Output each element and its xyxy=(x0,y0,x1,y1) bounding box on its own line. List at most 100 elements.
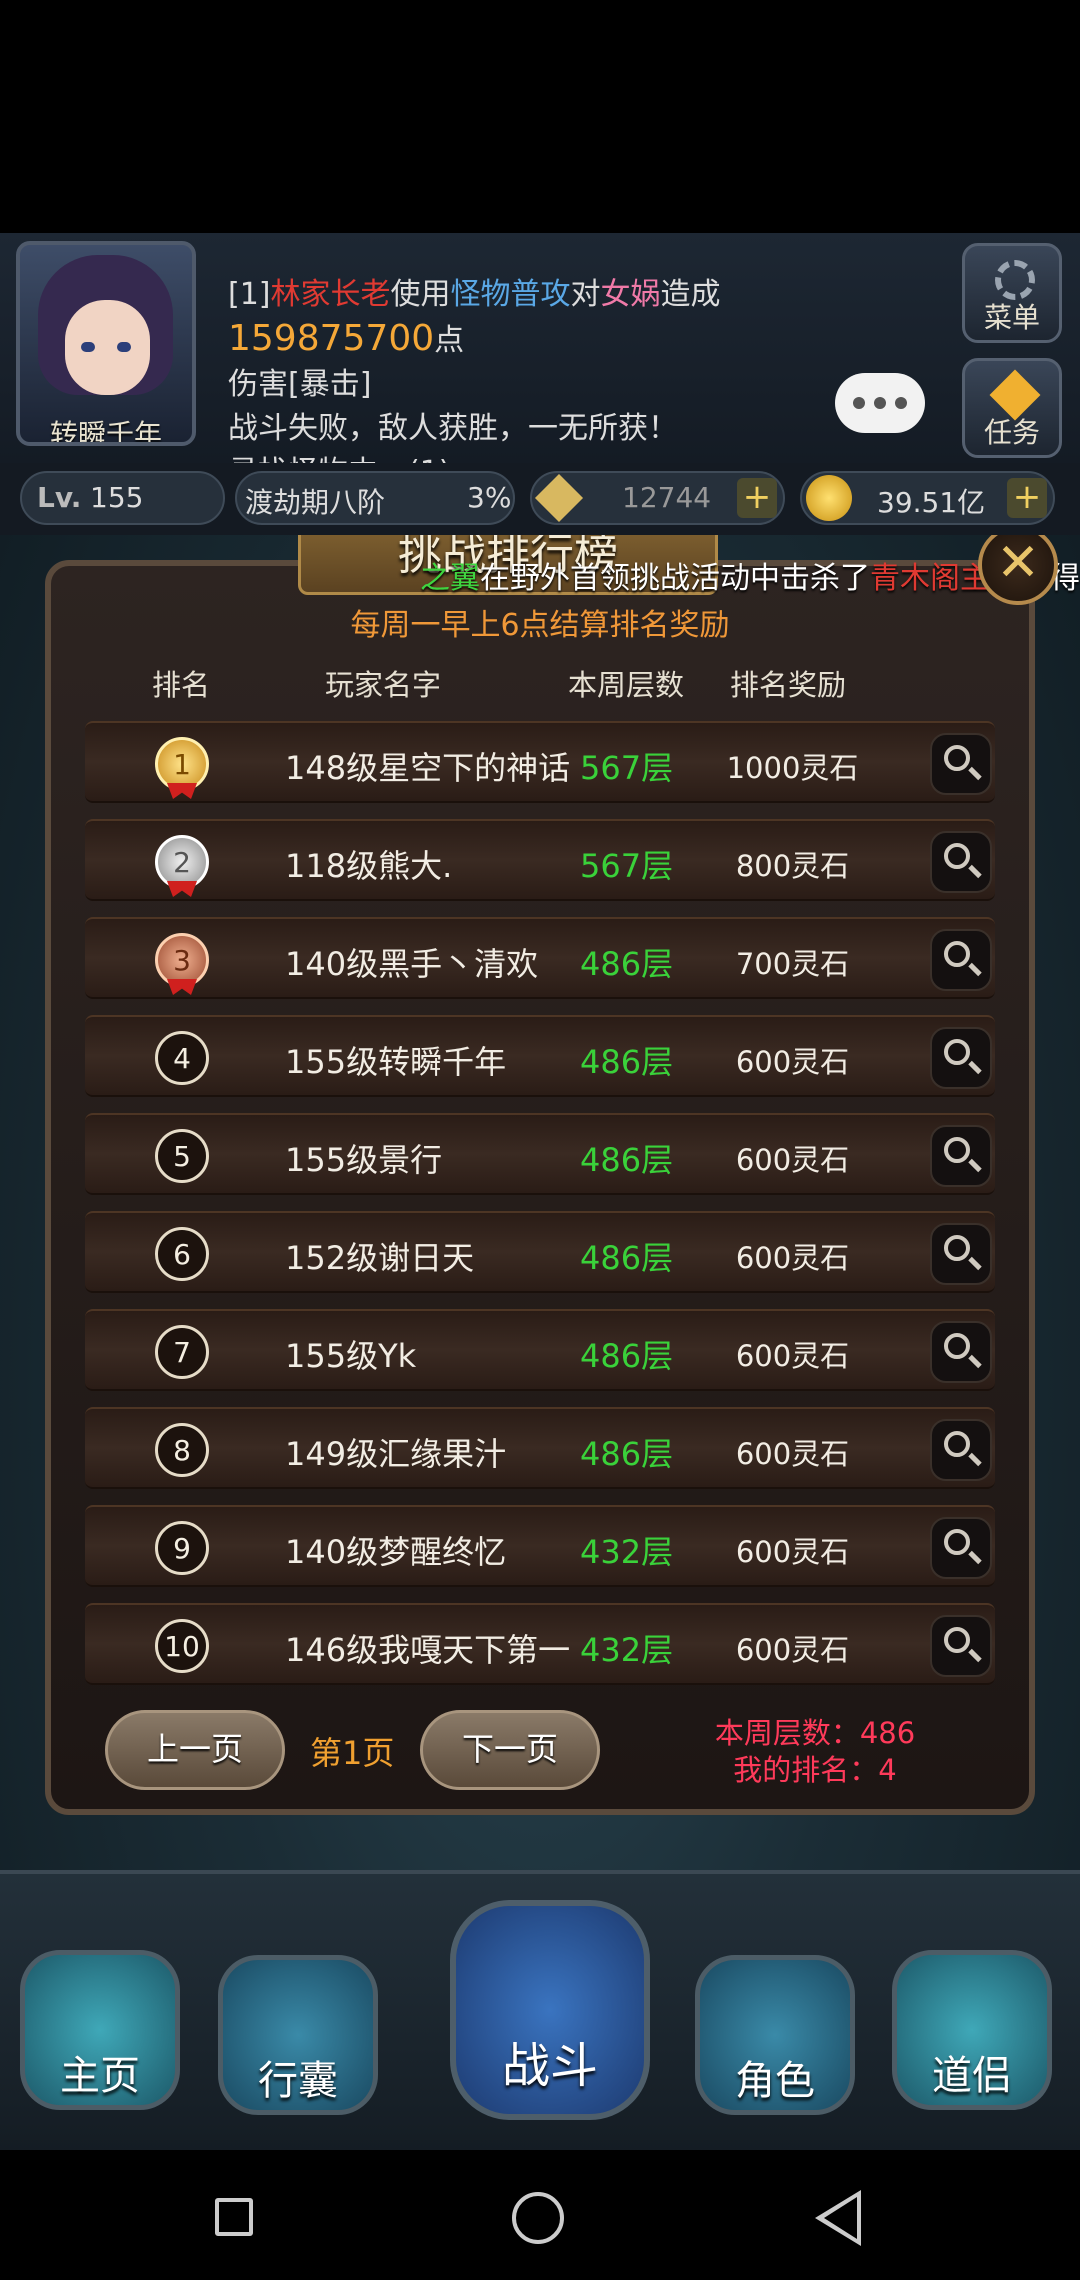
search-icon xyxy=(944,941,970,967)
ribbon-icon xyxy=(167,979,197,995)
reward: 600灵石 xyxy=(735,1339,850,1373)
chat-dot xyxy=(895,397,907,409)
marquee-text: 在野外首领挑战活动中击杀了 xyxy=(480,561,870,596)
column-header-floor: 本周层数 xyxy=(568,668,685,702)
prev-page-button[interactable]: 上一页 xyxy=(105,1710,285,1790)
panel-subtitle: 每周一早上6点结算排名奖励 xyxy=(350,608,730,643)
search-icon-handle xyxy=(968,1648,982,1663)
log-line-3: 战斗失败，敌人获胜，一无所获！ xyxy=(228,411,678,446)
nav-bag[interactable]: 行囊 xyxy=(218,1955,378,2115)
add-gold-button[interactable]: + xyxy=(1007,478,1047,518)
view-player-button[interactable] xyxy=(930,831,992,893)
floor-count: 486层 xyxy=(580,1239,674,1277)
ribbon-icon xyxy=(167,881,197,897)
reward: 800灵石 xyxy=(735,849,850,883)
nav-character-label: 角色 xyxy=(735,2058,815,2104)
home-icon[interactable] xyxy=(512,2192,564,2244)
view-player-button[interactable] xyxy=(930,1027,992,1089)
search-icon xyxy=(944,1137,970,1163)
ribbon-icon xyxy=(167,783,197,799)
player-name: 148级星空下的神话 xyxy=(285,749,571,787)
view-player-button[interactable] xyxy=(930,1321,992,1383)
bronze-medal-icon: 3 xyxy=(155,933,209,987)
table-row: 4 155级转瞬千年 486层 600灵石 xyxy=(85,1015,995,1097)
nav-companion[interactable]: 道侣 xyxy=(892,1950,1052,2110)
recents-icon[interactable] xyxy=(215,2198,253,2236)
search-icon xyxy=(944,745,970,771)
next-page-button[interactable]: 下一页 xyxy=(420,1710,600,1790)
level-box: Lv. 155 xyxy=(20,471,225,525)
player-name: 140级梦醒终忆 xyxy=(285,1533,507,1571)
search-icon-handle xyxy=(968,864,982,879)
player-name: 118级熊大. xyxy=(285,847,453,885)
floor-count: 486层 xyxy=(580,945,674,983)
view-player-button[interactable] xyxy=(930,733,992,795)
log-verb2: 造成 xyxy=(660,277,721,312)
status-bar-area xyxy=(0,0,1080,233)
my-rank: 我的排名：4 xyxy=(733,1753,897,1787)
search-icon-handle xyxy=(968,1158,982,1173)
nav-home-label: 主页 xyxy=(60,2053,140,2099)
search-icon-handle xyxy=(968,1550,982,1565)
reward: 600灵石 xyxy=(735,1633,850,1667)
table-row: 8 149级汇缘果汁 486层 600灵石 xyxy=(85,1407,995,1489)
player-name: 152级谢日天 xyxy=(285,1239,475,1277)
reward: 1000灵石 xyxy=(726,751,859,785)
gold-box: 39.51亿 + xyxy=(800,471,1055,525)
realm-progress: 3% xyxy=(467,481,512,514)
nav-home[interactable]: 主页 xyxy=(20,1950,180,2110)
nav-character[interactable]: 角色 xyxy=(695,1955,855,2115)
view-player-button[interactable] xyxy=(930,1615,992,1677)
search-icon xyxy=(944,1235,970,1261)
battle-log: [1]林家长老使用怪物普攻对女娲造成 159875700点 伤害[暴击] 战斗失败… xyxy=(228,273,918,495)
view-player-button[interactable] xyxy=(930,929,992,991)
marquee-player: 之翼 xyxy=(420,561,480,596)
player-name: 155级转瞬千年 xyxy=(285,1043,507,1081)
search-icon xyxy=(944,1039,970,1065)
floor-count: 486层 xyxy=(580,1337,674,1375)
gold-medal-icon: 1 xyxy=(155,737,209,791)
search-icon xyxy=(944,1627,970,1653)
search-icon-handle xyxy=(968,1354,982,1369)
avatar-eye xyxy=(117,342,131,352)
column-header-rank: 排名 xyxy=(152,668,211,702)
task-button[interactable]: 任务 xyxy=(962,358,1062,458)
table-row: 6 152级谢日天 486层 600灵石 xyxy=(85,1211,995,1293)
my-stats: 本周层数：486 我的排名：4 xyxy=(680,1715,950,1789)
view-player-button[interactable] xyxy=(930,1125,992,1187)
realm-name: 渡劫期八阶 xyxy=(245,486,386,519)
gem-icon xyxy=(534,473,584,523)
table-row: 2 118级熊大. 567层 800灵石 xyxy=(85,819,995,901)
close-button[interactable]: ✕ xyxy=(978,525,1058,605)
rank-badge: 4 xyxy=(155,1031,209,1085)
avatar-face xyxy=(65,300,150,395)
table-row: 5 155级景行 486层 600灵石 xyxy=(85,1113,995,1195)
menu-button[interactable]: 菜单 xyxy=(962,243,1062,343)
chat-bubble-icon[interactable] xyxy=(835,373,925,433)
rank-badge: 8 xyxy=(155,1423,209,1477)
back-icon-inner xyxy=(824,2197,857,2239)
reward: 600灵石 xyxy=(735,1143,850,1177)
table-row: 1 148级星空下的神话 567层 1000灵石 xyxy=(85,721,995,803)
table-row: 3 140级黑手丶清欢 486层 700灵石 xyxy=(85,917,995,999)
reward: 600灵石 xyxy=(735,1535,850,1569)
gold-amount: 39.51亿 xyxy=(877,486,986,519)
avatar[interactable]: 转瞬千年 xyxy=(16,241,196,446)
column-header-reward: 排名奖励 xyxy=(730,668,847,702)
rank-badge: 6 xyxy=(155,1227,209,1281)
player-name: 155级景行 xyxy=(285,1141,443,1179)
gem-box: 12744 + xyxy=(530,471,785,525)
add-gem-button[interactable]: + xyxy=(737,478,777,518)
nav-battle[interactable]: 战斗 xyxy=(450,1900,650,2120)
view-player-button[interactable] xyxy=(930,1419,992,1481)
table-row: 9 140级梦醒终忆 432层 600灵石 xyxy=(85,1505,995,1587)
floor-count: 432层 xyxy=(580,1533,674,1571)
search-icon xyxy=(944,1529,970,1555)
log-damage: 159875700 xyxy=(228,318,435,359)
log-line-2: 伤害[暴击] xyxy=(228,367,372,402)
gold-coin-icon xyxy=(806,475,852,521)
avatar-eye xyxy=(81,342,95,352)
view-player-button[interactable] xyxy=(930,1517,992,1579)
view-player-button[interactable] xyxy=(930,1223,992,1285)
reward: 700灵石 xyxy=(735,947,850,981)
